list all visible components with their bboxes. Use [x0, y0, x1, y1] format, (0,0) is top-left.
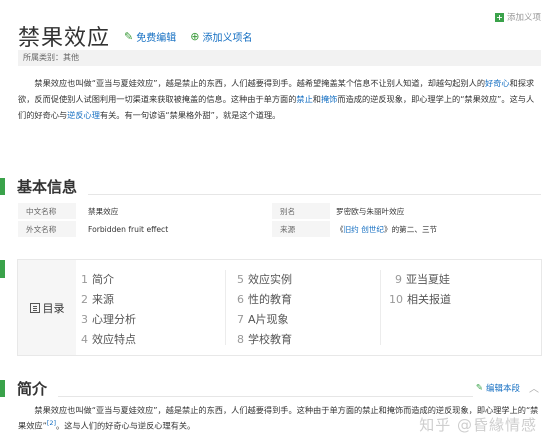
- toc-column-divider: [380, 270, 381, 345]
- edit-section-label: 编辑本段: [485, 384, 520, 394]
- info-value: 禁果效应: [76, 203, 272, 221]
- link-ban[interactable]: 禁止: [296, 94, 312, 104]
- add-sense-name-button[interactable]: ⊕ 添加义项名: [190, 29, 252, 44]
- toc-num: 9: [395, 273, 402, 286]
- toc-text: 亚当夏娃: [406, 273, 450, 286]
- toc-marker: [0, 260, 5, 278]
- toc-text: A片现象: [248, 313, 289, 326]
- basic-info-table: 中文名称 禁果效应 别名 罗密欧与朱丽叶效应 外文名称 Forbidden fr…: [18, 203, 541, 237]
- toc-item-2[interactable]: 2 来源: [81, 291, 114, 307]
- info-value: 罗密欧与朱丽叶效应: [330, 203, 541, 221]
- toc-num: 1: [81, 273, 88, 286]
- basic-info-title: 基本信息: [17, 178, 78, 196]
- category-text: 所属类别：其他: [23, 53, 79, 62]
- toc-text: 相关报道: [407, 293, 451, 306]
- reference-link[interactable]: [2]: [47, 419, 56, 427]
- category-bar: 所属类别：其他: [18, 50, 541, 66]
- intro-text-3: 和: [312, 94, 321, 104]
- watermark: 知乎 @昏緣情感: [419, 416, 537, 434]
- toc-num: 6: [237, 293, 244, 306]
- toc-text: 心理分析: [92, 313, 136, 326]
- toc-text: 来源: [92, 293, 114, 306]
- page-title: 禁果效应: [18, 26, 111, 51]
- basic-info-header: 基本信息: [0, 176, 77, 197]
- pencil-icon: ✎: [124, 29, 134, 43]
- free-edit-button[interactable]: ✎ 免费编辑: [124, 29, 176, 44]
- toc-text: 效应实例: [248, 273, 292, 286]
- intro-text-5: 有关。有一句谚语“禁果格外甜”，就是这个道理。: [99, 110, 281, 120]
- pencil-icon: ✎: [475, 383, 483, 393]
- free-edit-label: 免费编辑: [136, 32, 177, 44]
- toc-num: 5: [237, 273, 244, 286]
- toc-item-7[interactable]: 7 A片现象: [237, 311, 289, 327]
- toc-label-text: 目录: [42, 301, 65, 315]
- section-marker: [0, 178, 5, 195]
- link-genesis[interactable]: 旧约 创世纪: [344, 225, 384, 234]
- summary-header: 简介: [0, 378, 47, 399]
- title-row: 禁果效应 ✎ 免费编辑 ⊕ 添加义项名: [18, 20, 252, 52]
- toc-text: 效应特点: [92, 333, 136, 346]
- toc-item-6[interactable]: 6 性的教育: [237, 291, 292, 307]
- toc-sidebar: 目录: [18, 260, 76, 355]
- info-key: 外文名称: [18, 220, 76, 237]
- add-entry-label: 添加义项: [506, 13, 541, 23]
- intro-paragraph: 禁果效应也叫做“亚当与夏娃效应”，越是禁止的东西，人们越要得到手。越希望掩盖某个…: [18, 75, 541, 123]
- link-cover[interactable]: 掩饰: [321, 94, 337, 104]
- edit-section-button[interactable]: ✎ 编辑本段: [476, 382, 520, 394]
- toc-num: 4: [81, 333, 88, 346]
- link-reverse-psychology[interactable]: 逆反心理: [67, 110, 100, 120]
- add-entry-button[interactable]: + 添加义项: [494, 11, 541, 23]
- toc-item-3[interactable]: 3 心理分析: [81, 311, 136, 327]
- plus-icon: +: [494, 12, 504, 22]
- toc-label: 目录: [29, 300, 65, 316]
- toc-text: 简介: [92, 273, 114, 286]
- source-prefix: 《: [336, 224, 344, 234]
- section-marker: [0, 380, 5, 397]
- table-row: 中文名称 禁果效应 别名 罗密欧与朱丽叶效应: [18, 203, 541, 221]
- chevron-up-icon[interactable]: ︿: [529, 380, 539, 395]
- toc-item-9[interactable]: 9 亚当夏娃: [395, 271, 450, 287]
- section-divider: [58, 396, 473, 397]
- add-sense-name-label: 添加义项名: [202, 32, 253, 44]
- table-row: 外文名称 Forbidden fruit effect 来源 《旧约 创世纪》的…: [18, 220, 541, 237]
- toc-num: 10: [389, 293, 403, 306]
- toc-num: 7: [237, 313, 244, 326]
- info-key: 中文名称: [18, 203, 76, 221]
- info-value-source: 《旧约 创世纪》的第二、三节: [330, 220, 541, 237]
- toc-item-4[interactable]: 4 效应特点: [81, 331, 136, 347]
- toc-item-5[interactable]: 5 效应实例: [237, 271, 292, 287]
- toc-num: 3: [81, 313, 88, 326]
- info-key: 别名: [272, 203, 330, 221]
- intro-text-1: 禁果效应也叫做“亚当与夏娃效应”，越是禁止的东西，人们越要得到手。越希望掩盖某个…: [34, 78, 486, 88]
- info-key: 来源: [272, 220, 330, 237]
- toc-num: 2: [81, 293, 88, 306]
- add-circle-icon: ⊕: [190, 29, 200, 43]
- toc-text: 性的教育: [248, 293, 292, 306]
- table-of-contents: 目录 1 简介 2 来源 3 心理分析 4 效应特点 5 效应实例 6 性的教育 7 A片现象…: [17, 259, 542, 356]
- list-icon: [29, 302, 40, 313]
- info-value: Forbidden fruit effect: [88, 224, 169, 234]
- toc-item-8[interactable]: 8 学校教育: [237, 331, 292, 347]
- toc-item-1[interactable]: 1 简介: [81, 271, 114, 287]
- summary-title: 简介: [17, 380, 48, 398]
- section-divider: [88, 194, 541, 195]
- source-suffix: 》的第二、三节: [383, 224, 438, 234]
- toc-column-divider: [225, 270, 226, 345]
- toc-text: 学校教育: [248, 333, 292, 346]
- toc-num: 8: [237, 333, 244, 346]
- toc-item-10[interactable]: 10 相关报道: [389, 291, 451, 307]
- summary-text-2: 。这与人们的好奇心与逆反心理有关。: [56, 420, 196, 431]
- link-curiosity[interactable]: 好奇心: [485, 78, 510, 88]
